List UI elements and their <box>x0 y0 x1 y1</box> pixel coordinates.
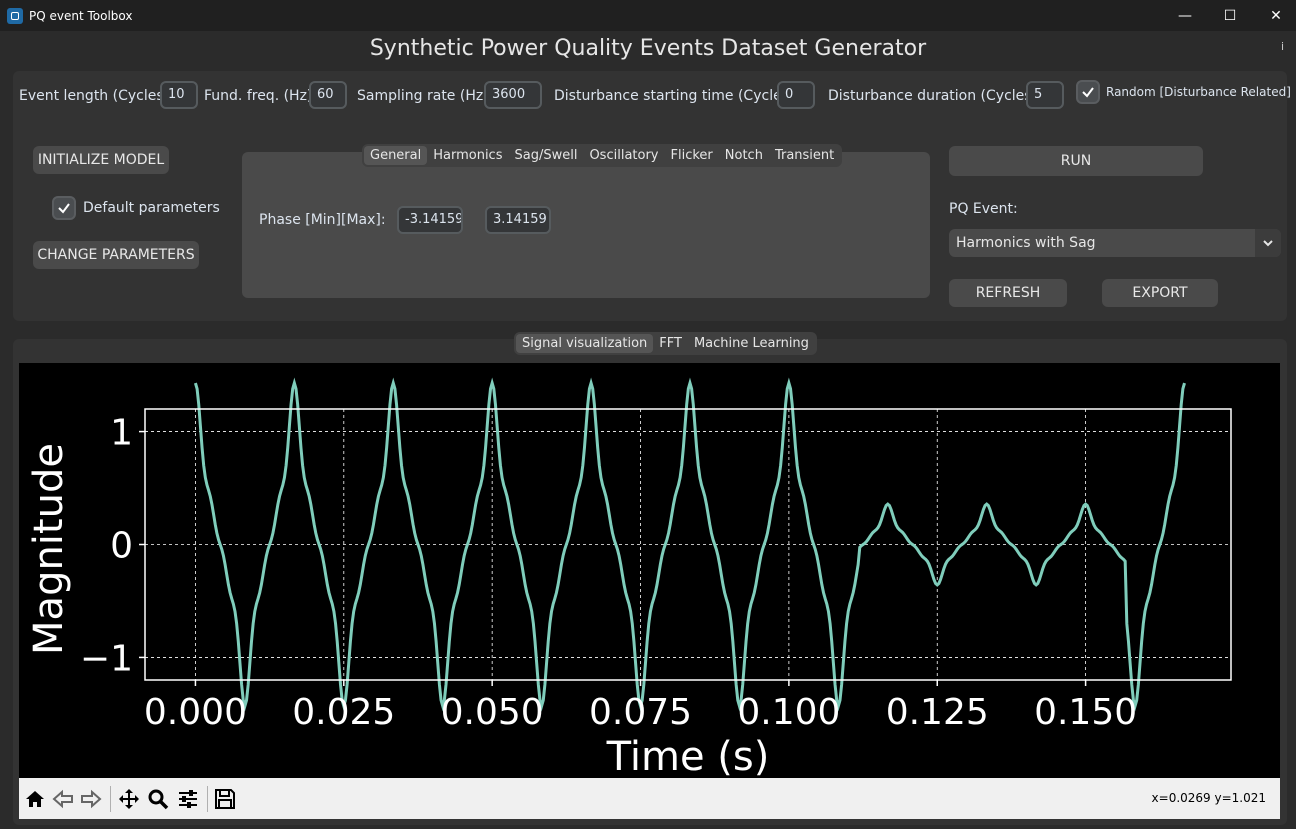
pq-event-dropdown[interactable]: Harmonics with Sag <box>949 229 1281 257</box>
y-tick-label: −1 <box>80 638 133 679</box>
checkmark-icon <box>1082 87 1094 98</box>
minimize-button[interactable]: — <box>1162 0 1208 31</box>
view-tabs: Signal visualization FFT Machine Learnin… <box>514 332 817 355</box>
title-bar: PQ event Toolbox — ☐ ✕ <box>0 0 1296 31</box>
tab-transient[interactable]: Transient <box>769 146 840 165</box>
tab-signal-visualization[interactable]: Signal visualization <box>516 334 654 353</box>
tab-general[interactable]: General <box>364 146 428 165</box>
home-icon[interactable] <box>23 787 47 811</box>
phase-max-input[interactable]: 3.14159 <box>485 206 551 234</box>
sampling-rate-input[interactable]: 3600 <box>484 81 542 109</box>
x-tick-label: 0.000 <box>144 692 247 733</box>
dist-start-label: Disturbance starting time (Cycles): <box>554 88 800 104</box>
zoom-icon[interactable] <box>146 787 170 811</box>
default-params-checkbox[interactable] <box>52 196 76 220</box>
info-icon[interactable]: i <box>1281 40 1284 53</box>
forward-arrow-icon[interactable] <box>79 787 103 811</box>
refresh-button[interactable]: REFRESH <box>949 279 1067 307</box>
chevron-down-icon[interactable] <box>1255 229 1281 257</box>
pq-event-value: Harmonics with Sag <box>956 235 1096 251</box>
event-length-input[interactable]: 10 <box>160 81 198 109</box>
dist-duration-input[interactable]: 5 <box>1026 81 1064 109</box>
tab-machine-learning[interactable]: Machine Learning <box>688 334 815 353</box>
toolbar-separator <box>207 786 208 812</box>
plot-toolbar: x=0.0269 y=1.021 <box>19 778 1280 819</box>
plot-canvas[interactable]: 0.000 0.025 0.050 0.075 0.100 0.125 0.150 1 0 −1… <box>19 363 1280 780</box>
tab-harmonics[interactable]: Harmonics <box>427 146 508 165</box>
x-tick-label: 0.150 <box>1034 692 1137 733</box>
fund-freq-input[interactable]: 60 <box>309 81 347 109</box>
phase-min-input[interactable]: -3.14159 <box>397 206 463 234</box>
save-icon[interactable] <box>213 787 237 811</box>
default-params-label: Default parameters <box>83 200 220 216</box>
y-tick-label: 0 <box>110 526 133 567</box>
dist-duration-label: Disturbance duration (Cycles): <box>828 88 1042 104</box>
sampling-rate-label: Sampling rate (Hz): <box>357 88 494 104</box>
change-parameters-button[interactable]: CHANGE PARAMETERS <box>33 241 199 269</box>
app-icon <box>7 7 23 24</box>
x-tick-label: 0.050 <box>441 692 544 733</box>
fund-freq-label: Fund. freq. (Hz): <box>204 88 318 104</box>
close-icon: ✕ <box>1270 7 1282 24</box>
x-tick-label: 0.100 <box>737 692 840 733</box>
x-tick-label: 0.075 <box>589 692 692 733</box>
tab-notch[interactable]: Notch <box>719 146 769 165</box>
signal-chart: 0.000 0.025 0.050 0.075 0.100 0.125 0.150 1 0 −1… <box>26 377 1232 780</box>
phase-label: Phase [Min][Max]: <box>259 212 386 228</box>
random-checkbox[interactable] <box>1076 80 1100 104</box>
run-button[interactable]: RUN <box>949 146 1203 176</box>
maximize-icon: ☐ <box>1223 7 1237 24</box>
pq-event-label: PQ Event: <box>949 201 1018 217</box>
tab-oscillatory[interactable]: Oscillatory <box>583 146 664 165</box>
cursor-coordinates: x=0.0269 y=1.021 <box>1151 791 1266 805</box>
initialize-model-button[interactable]: INITIALIZE MODEL <box>33 146 169 174</box>
export-button[interactable]: EXPORT <box>1102 279 1218 307</box>
x-axis-label: Time (s) <box>606 734 770 778</box>
tab-flicker[interactable]: Flicker <box>665 146 719 165</box>
tab-sag-swell[interactable]: Sag/Swell <box>508 146 583 165</box>
y-axis-label: Magnitude <box>26 443 72 655</box>
event-length-label: Event length (Cycles): <box>19 88 174 104</box>
pan-icon[interactable] <box>117 787 141 811</box>
close-button[interactable]: ✕ <box>1253 0 1296 31</box>
random-label: Random [Disturbance Related] <box>1106 85 1291 99</box>
maximize-button[interactable]: ☐ <box>1207 0 1253 31</box>
tab-fft[interactable]: FFT <box>653 334 688 353</box>
parameter-tabs: General Harmonics Sag/Swell Oscillatory … <box>362 144 843 167</box>
back-arrow-icon[interactable] <box>51 787 75 811</box>
x-tick-label: 0.125 <box>886 692 989 733</box>
toolbar-separator <box>110 786 111 812</box>
checkmark-icon <box>58 203 70 214</box>
y-tick-label: 1 <box>110 413 133 454</box>
dist-start-input[interactable]: 0 <box>777 81 815 109</box>
window-title: PQ event Toolbox <box>29 8 133 23</box>
minimize-icon: — <box>1178 7 1192 24</box>
x-tick-label: 0.025 <box>292 692 395 733</box>
page-title: Synthetic Power Quality Events Dataset G… <box>369 36 927 61</box>
configure-subplots-icon[interactable] <box>176 787 200 811</box>
